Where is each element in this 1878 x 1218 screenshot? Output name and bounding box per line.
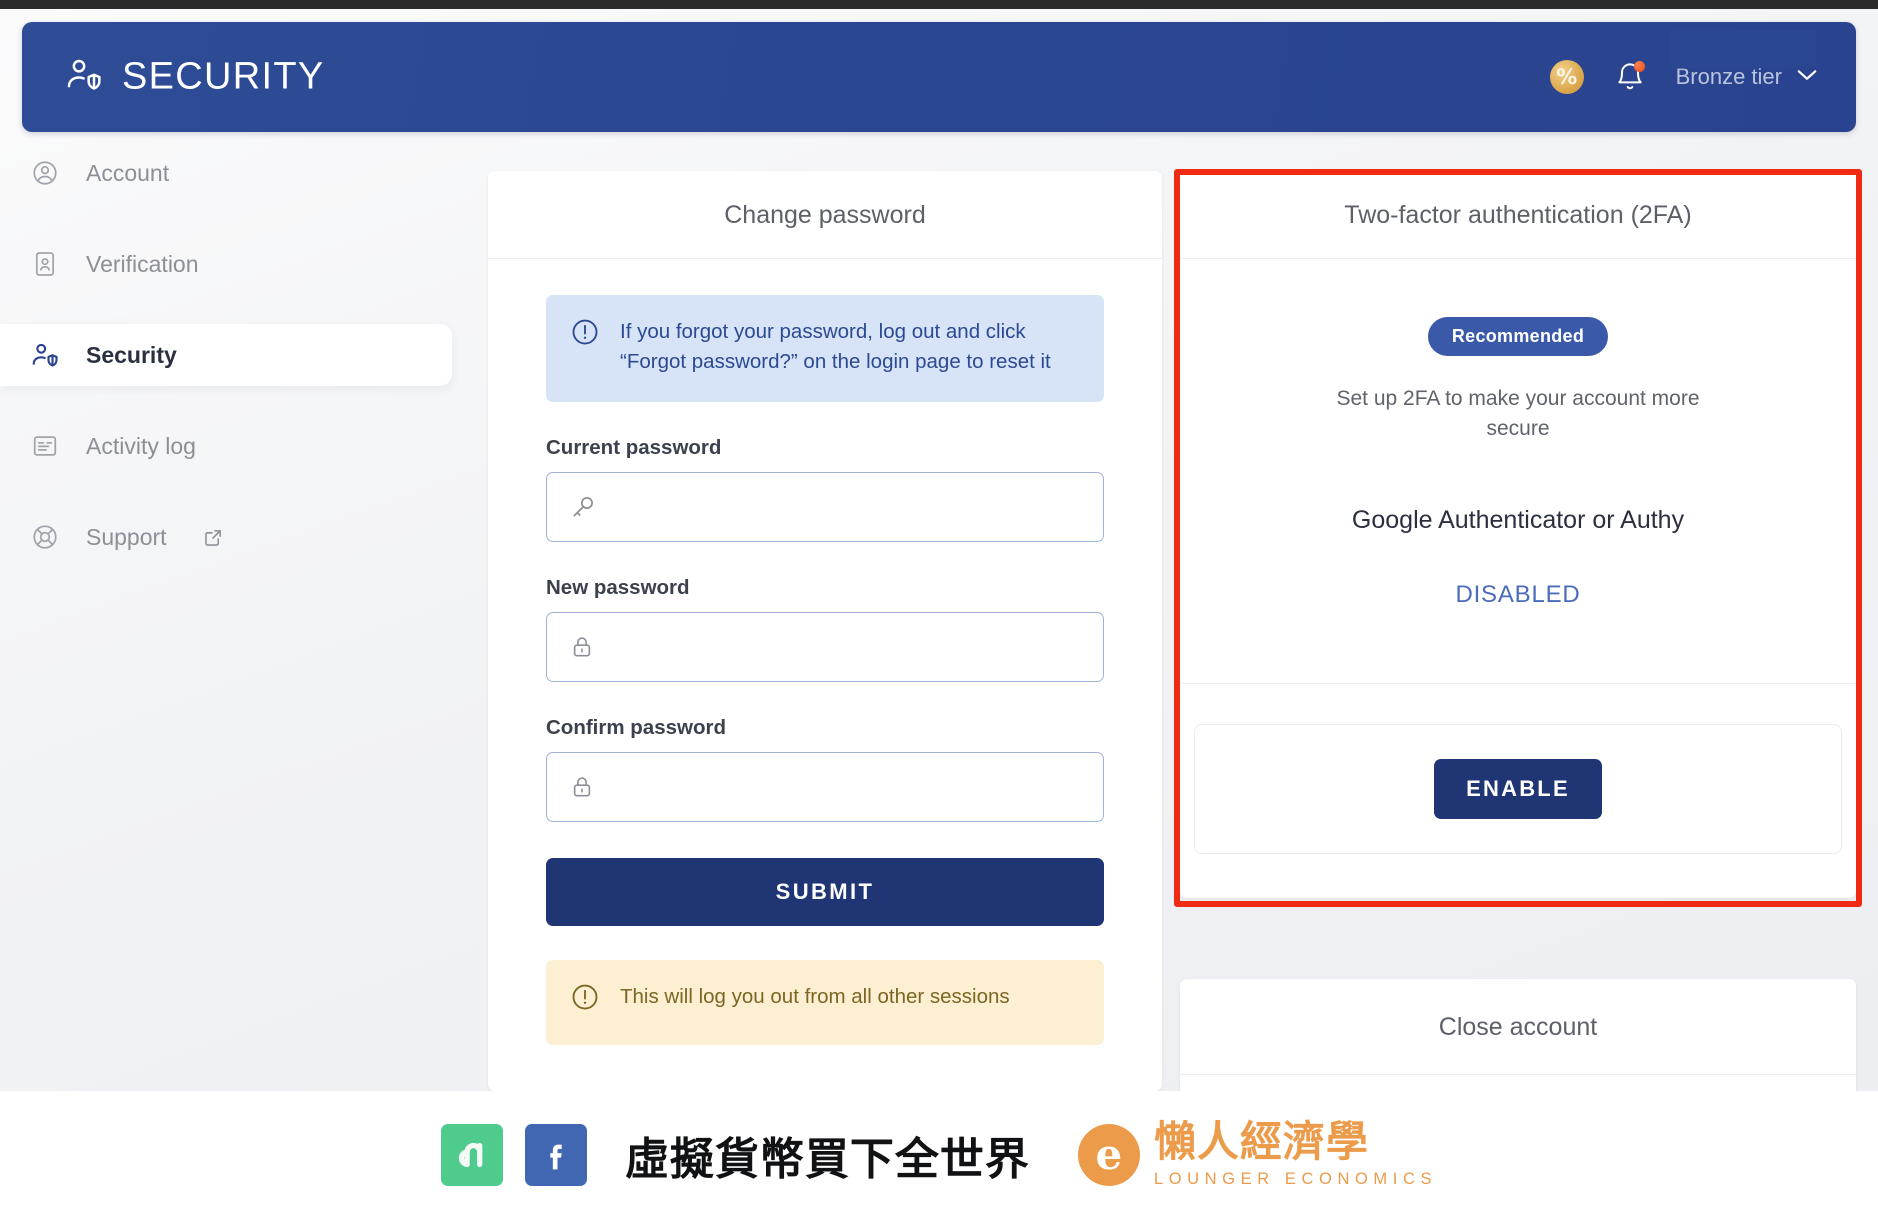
lifebuoy-icon [30, 522, 60, 552]
new-password-field[interactable] [546, 611, 1104, 682]
brand-name-en: LOUNGER ECONOMICS [1153, 1169, 1438, 1188]
sidebar-item-support[interactable]: Support [0, 506, 470, 568]
sidebar-item-label: Verification [86, 250, 199, 277]
two-factor-method: Google Authenticator or Authy [1351, 505, 1685, 534]
sidebar-item-label: Account [86, 159, 170, 186]
line-icon [440, 1123, 503, 1186]
logout-warning-text: This will log you out from all other ses… [620, 984, 1010, 1008]
recommended-badge: Recommended [1427, 317, 1609, 356]
two-factor-description: Set up 2FA to make your account more sec… [1336, 387, 1700, 440]
facebook-icon [524, 1123, 587, 1186]
list-document-icon [30, 431, 60, 461]
sidebar-item-account[interactable]: Account [0, 142, 470, 204]
current-password-label: Current password [546, 435, 722, 459]
sidebar-item-verification[interactable]: Verification [0, 233, 470, 295]
confirm-password-label: Confirm password [546, 715, 726, 739]
submit-button[interactable]: SUBMIT [546, 857, 1104, 926]
page-title: SECURITY [122, 55, 325, 98]
exclamation-circle-icon [570, 317, 600, 356]
sidebar-item-label: Support [86, 523, 167, 550]
sidebar-item-label: Activity log [86, 432, 196, 459]
change-password-title: Change password [488, 171, 1162, 259]
header-brand: SECURITY [64, 55, 325, 100]
two-factor-title: Two-factor authentication (2FA) [1180, 171, 1856, 259]
user-shield-icon [64, 55, 104, 100]
sidebar-nav: Account Verification Security Activity l… [0, 142, 470, 1091]
logout-warning-alert: This will log you out from all other ses… [546, 959, 1104, 1045]
notification-badge [1633, 61, 1645, 72]
change-password-card: Change password If you forgot your passw… [488, 171, 1162, 1091]
browser-chrome-strip [0, 0, 1878, 9]
app-header: SECURITY % Bronze tier [22, 22, 1856, 132]
user-shield-icon [30, 340, 60, 370]
lock-icon [569, 773, 597, 801]
new-password-input[interactable] [597, 612, 1103, 681]
two-factor-status-badge: DISABLED [1455, 580, 1581, 608]
confirm-password-field[interactable] [546, 751, 1104, 822]
logout-warning-wrap: This will log you out from all other ses… [546, 959, 1104, 1045]
user-circle-icon [30, 158, 60, 188]
change-password-body: If you forgot your password, log out and… [488, 259, 1162, 1045]
lounger-economics-logo: e 懶人經濟學 LOUNGER ECONOMICS [1077, 1116, 1438, 1189]
redacted-account-label [1669, 30, 1816, 68]
footer-tagline: 虛擬貨幣買下全世界 [624, 1133, 1030, 1185]
key-icon [569, 493, 597, 521]
tier-selector[interactable]: Bronze tier [1669, 30, 1818, 90]
chevron-down-icon [1796, 68, 1818, 87]
sidebar-item-security[interactable]: Security [0, 324, 452, 386]
screenshot-root: SECURITY % Bronze tier Account Verificat… [0, 0, 1878, 1218]
confirm-password-input[interactable] [597, 752, 1103, 821]
forgot-password-info-text: If you forgot your password, log out and… [620, 320, 1051, 374]
le-monogram-icon: e [1077, 1123, 1140, 1186]
current-password-field[interactable] [546, 471, 1104, 542]
sidebar-item-activity-log[interactable]: Activity log [0, 415, 470, 477]
notification-bell-icon[interactable] [1614, 60, 1646, 94]
header-actions: % Bronze tier [1549, 30, 1818, 94]
app-viewport: SECURITY % Bronze tier Account Verificat… [0, 9, 1878, 1091]
enable-button[interactable]: ENABLE [1434, 758, 1602, 819]
right-column: Two-factor authentication (2FA) Recommen… [1174, 169, 1862, 1091]
lock-icon [569, 633, 597, 661]
sidebar-item-label: Security [86, 341, 177, 368]
footer-branding-band: 虛擬貨幣買下全世界 e 懶人經濟學 LOUNGER ECONOMICS [0, 1091, 1878, 1218]
enable-zone: ENABLE [1174, 169, 1862, 907]
current-password-input[interactable] [597, 472, 1103, 541]
external-link-icon [203, 527, 224, 548]
new-password-label: New password [546, 575, 690, 599]
percent-coin-icon[interactable]: % [1549, 60, 1584, 94]
lounger-economics-text: 懶人經濟學 LOUNGER ECONOMICS [1153, 1116, 1438, 1189]
forgot-password-info-alert: If you forgot your password, log out and… [546, 295, 1104, 402]
brand-name-cn: 懶人經濟學 [1153, 1116, 1369, 1166]
id-card-icon [30, 249, 60, 279]
exclamation-circle-icon [570, 982, 600, 1021]
enable-inner-panel: ENABLE [1194, 723, 1842, 854]
close-account-card: Close account [1180, 979, 1856, 1091]
two-factor-card: Two-factor authentication (2FA) Recommen… [1174, 169, 1862, 907]
close-account-title: Close account [1180, 979, 1856, 1075]
two-factor-body: Recommended Set up 2FA to make your acco… [1180, 259, 1856, 657]
